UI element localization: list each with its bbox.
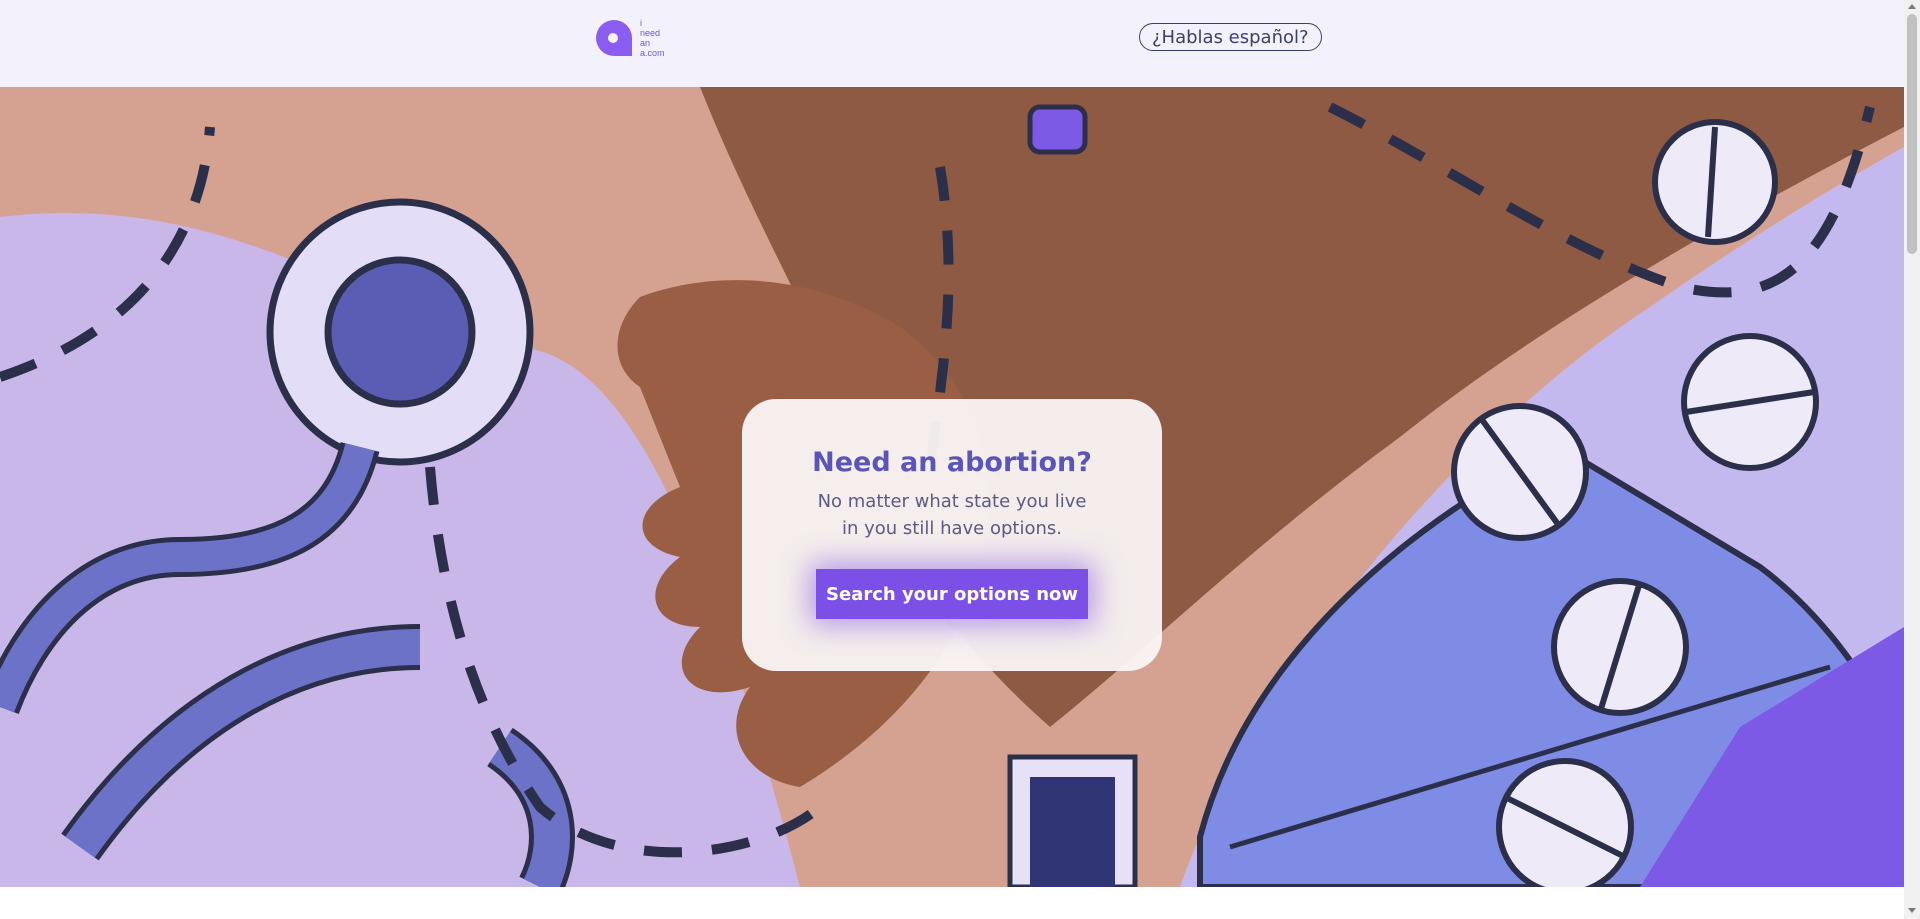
logo-line: an xyxy=(640,38,651,48)
logo-icon xyxy=(596,20,632,56)
logo-line: a.com xyxy=(640,48,665,58)
logo-line: need xyxy=(640,28,661,38)
site-header: i need an a.com ¿Hablas español? xyxy=(0,0,1904,87)
page-below-fold xyxy=(0,887,1904,919)
search-options-button[interactable]: Search your options now xyxy=(816,569,1088,619)
hero-heading: Need an abortion? xyxy=(812,447,1092,478)
logo-wordmark: i need an a.com xyxy=(640,18,665,58)
hero-card: Need an abortion? No matter what state y… xyxy=(742,399,1162,671)
scrollbar-thumb[interactable] xyxy=(1907,14,1917,254)
site-logo[interactable]: i need an a.com xyxy=(594,18,665,58)
scroll-up-arrow-icon[interactable] xyxy=(1908,4,1916,9)
scroll-down-arrow-icon[interactable] xyxy=(1908,908,1916,913)
spanish-language-button[interactable]: ¿Hablas español? xyxy=(1139,23,1322,51)
vertical-scrollbar[interactable] xyxy=(1904,0,1920,919)
hero-subtext: No matter what state you live in you sti… xyxy=(817,491,1087,539)
hero-illustration: Need an abortion? No matter what state y… xyxy=(0,87,1904,887)
logo-line: i xyxy=(640,18,642,28)
